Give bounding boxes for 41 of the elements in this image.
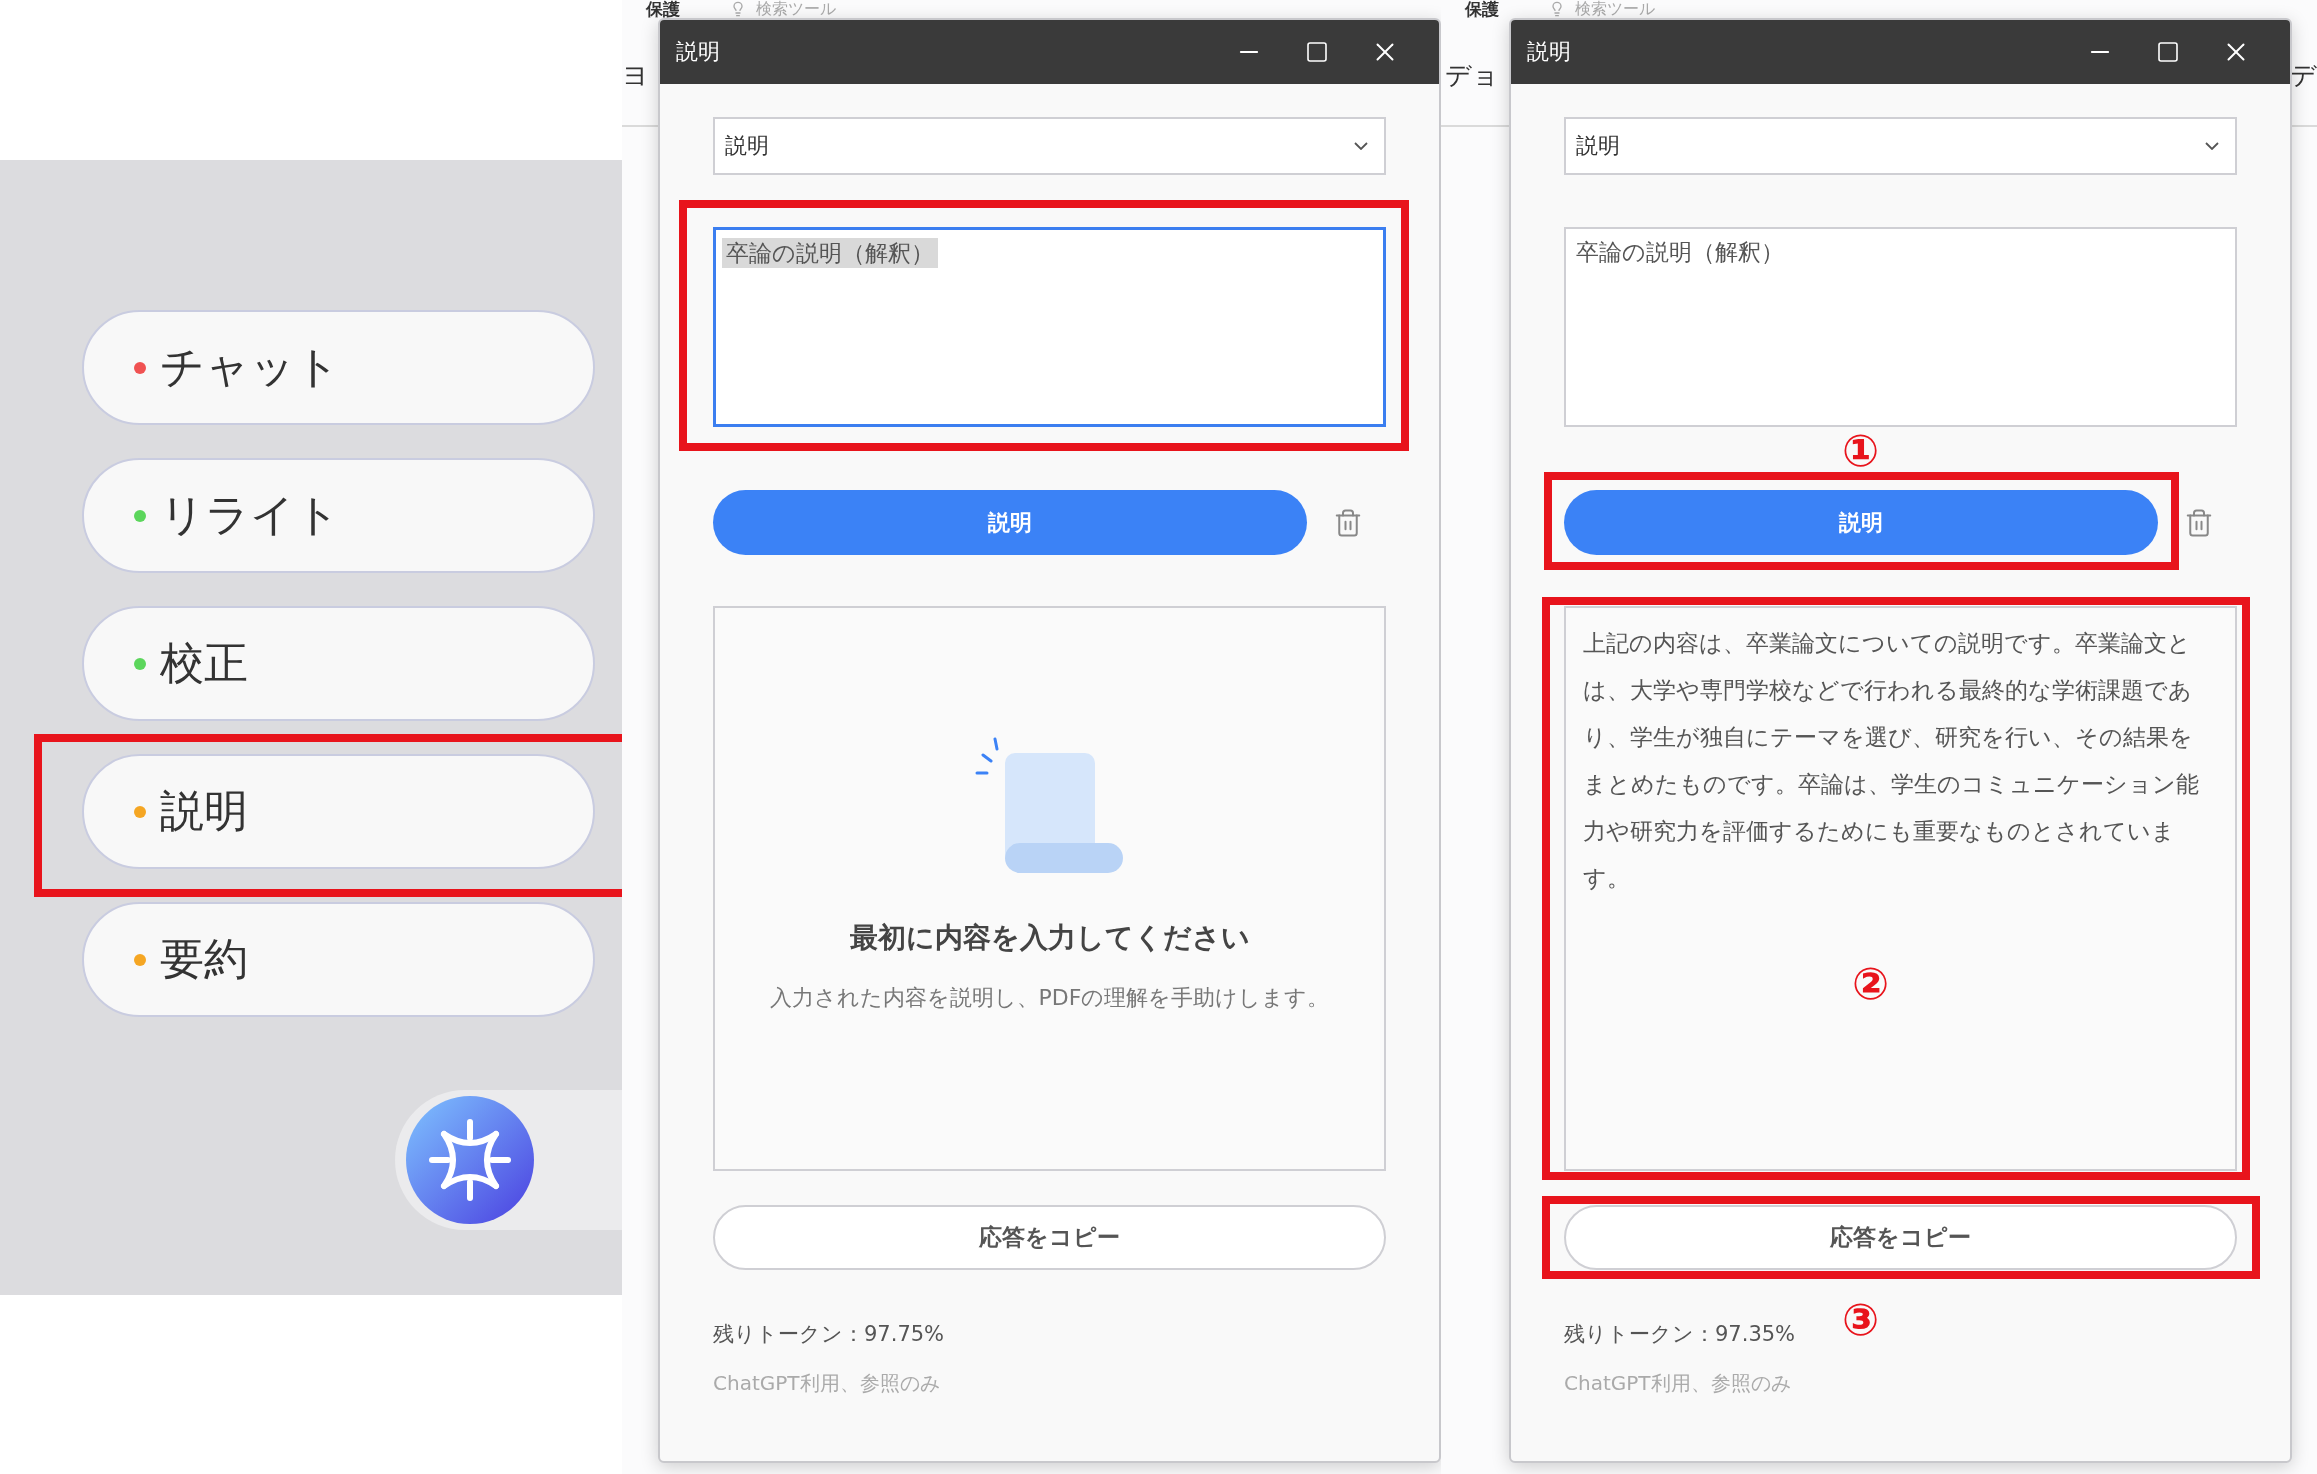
trash-icon[interactable] xyxy=(1333,507,1363,538)
logo-icon[interactable] xyxy=(404,1094,536,1226)
mode-dropdown[interactable]: 説明 xyxy=(1564,117,2237,175)
maximize-icon[interactable] xyxy=(2156,40,2180,64)
token-remaining-text: 残りトークン：97.35% xyxy=(1564,1321,1797,1348)
copy-response-button[interactable]: 応答をコピー xyxy=(1564,1205,2237,1270)
maximize-icon[interactable] xyxy=(1305,40,1329,64)
mode-dropdown[interactable]: 説明 xyxy=(713,117,1386,175)
background-text: デ xyxy=(2290,59,2317,92)
menu-item[interactable]: チャット xyxy=(82,310,595,425)
empty-state-title: 最初に内容を入力してください xyxy=(849,920,1250,956)
menu-item[interactable]: 校正 xyxy=(82,606,595,721)
window-title: 説明 xyxy=(676,38,721,66)
response-text: 上記の内容は、卒業論文についての説明です。卒業論文とは、大学や専門学校などで行われる最終的な学術課題であり、学生が独自にテーマを選び、研究を行い、その結果をまとめたものです。卒論は、学生のコミュニケーション能力や研究力を評価するためにも重要なものとされています。 xyxy=(1582,629,2200,893)
menu-item[interactable]: 要約 xyxy=(82,902,595,1017)
background-heading: 保護 xyxy=(1465,0,1499,18)
lightbulb-icon xyxy=(730,1,746,17)
explain-button[interactable]: 説明 xyxy=(1564,490,2158,555)
annotation-number: ① xyxy=(1842,428,1880,474)
menu-item[interactable]: 説明 xyxy=(82,754,595,869)
annotation-number: ② xyxy=(1852,961,1890,1007)
copy-response-button[interactable]: 応答をコピー xyxy=(713,1205,1386,1270)
footnote-text: ChatGPT利用、参照のみ xyxy=(713,1370,941,1397)
menu-item[interactable]: リライト xyxy=(82,458,595,573)
background-text: デョ xyxy=(1445,59,1499,92)
input-field[interactable]: 卒論の説明（解釈） xyxy=(1564,227,2237,427)
chevron-icon xyxy=(2205,142,2219,150)
empty-state-description: 入力された内容を説明し、PDFの理解を手助けします。 xyxy=(769,984,1330,1012)
footnote-text: ChatGPT利用、参照のみ xyxy=(1564,1370,1792,1397)
window-title: 説明 xyxy=(1527,38,1572,66)
annotation-number: ③ xyxy=(1842,1297,1880,1343)
background-heading: 保護 xyxy=(646,0,680,18)
explain-button[interactable]: 説明 xyxy=(713,490,1307,555)
chevron-icon xyxy=(1354,142,1368,150)
input-field[interactable]: 卒論の説明（解釈） xyxy=(713,227,1386,427)
trash-icon[interactable] xyxy=(2184,507,2214,538)
background-text: ヨ xyxy=(622,59,649,92)
token-remaining-text: 残りトークン：97.75% xyxy=(713,1321,946,1348)
background-tool-label: 検索ツール xyxy=(1575,0,1655,18)
background-tool-label: 検索ツール xyxy=(756,0,836,18)
lightbulb-icon xyxy=(1549,1,1565,17)
